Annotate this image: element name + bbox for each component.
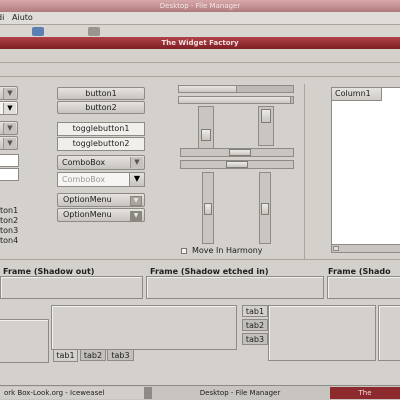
horizontal-scale-1-handle[interactable]	[229, 149, 251, 156]
left-combo-2[interactable]: ▼	[0, 101, 18, 115]
vertical-scale-4-handle[interactable]	[261, 203, 269, 215]
refresh-icon[interactable]	[32, 27, 44, 36]
tree-view[interactable]: Column1	[331, 87, 400, 253]
widget-factory-title: The Widget Factory	[161, 39, 239, 47]
radio-label-4[interactable]: ton4	[0, 236, 18, 245]
taskbar: ork Box-Look.org - Iceweasel Desktop - F…	[0, 385, 400, 400]
tab-side-1[interactable]: tab1	[242, 305, 268, 317]
taskbar-item-file-manager[interactable]: Desktop - File Manager	[152, 387, 328, 399]
menu-item-help[interactable]: Aiuto	[12, 13, 33, 22]
horizontal-scale-1[interactable]	[180, 148, 294, 157]
tab-bottom-1[interactable]: tab1	[53, 349, 78, 362]
scroll-left-icon[interactable]	[333, 246, 339, 251]
radio-label-1[interactable]: ton1	[0, 206, 18, 215]
frame-shadow-out-label: Frame (Shadow out)	[3, 267, 95, 276]
vertical-separator	[304, 84, 305, 259]
radio-label-3[interactable]: ton3	[0, 226, 18, 235]
option-menu-2[interactable]: OptionMenu ▼	[57, 208, 145, 222]
horizontal-scale-2[interactable]	[180, 160, 294, 169]
button1[interactable]: button1	[57, 87, 145, 100]
left-spin-1[interactable]: ▼	[0, 121, 18, 135]
tab-side-2[interactable]: tab2	[242, 319, 268, 331]
progress-bar-1-fill	[179, 86, 237, 92]
option-menu-2-label: OptionMenu	[63, 210, 112, 219]
button2[interactable]: button2	[57, 101, 145, 114]
option-menu-1[interactable]: OptionMenu ▼	[57, 193, 145, 207]
combobox-entry-label: ComboBox	[62, 175, 106, 184]
frames-separator	[0, 259, 400, 260]
file-manager-titlebar[interactable]: Desktop - File Manager	[0, 0, 400, 12]
move-in-harmony-checkbox[interactable]	[181, 248, 187, 254]
vertical-scale-4[interactable]	[259, 172, 271, 244]
chevron-down-icon: ▼	[3, 123, 16, 134]
taskbar-item-iceweasel-label: ork Box-Look.org - Iceweasel	[4, 389, 105, 397]
chevron-down-icon: ▼	[3, 138, 16, 149]
tab-bottom-2[interactable]: tab2	[80, 349, 106, 361]
file-manager-menubar: di Aiuto	[0, 12, 400, 25]
frame-shadow-3	[327, 276, 400, 299]
vertical-scale-3-handle[interactable]	[204, 203, 212, 215]
tab-bottom-3[interactable]: tab3	[107, 349, 134, 361]
file-manager-title: Desktop - File Manager	[159, 2, 241, 10]
vertical-scale-2[interactable]	[258, 106, 274, 146]
combobox-entry-disabled[interactable]: ComboBox ▼	[57, 172, 145, 187]
chevron-down-icon: ▼	[129, 173, 144, 186]
chevron-down-icon: ▼	[130, 211, 142, 221]
frame-etched-in-label: Frame (Shadow etched in)	[150, 267, 269, 276]
frame-shadow-label-3: Frame (Shado	[328, 267, 391, 276]
chevron-down-icon: ▼	[3, 88, 16, 99]
progress-bar-2-fill	[179, 97, 291, 103]
vertical-scale-2-handle[interactable]	[261, 109, 271, 123]
menubar-separator	[0, 62, 400, 63]
vertical-scale-1-handle[interactable]	[201, 129, 211, 141]
frame-shadow-out	[0, 276, 143, 299]
notebook-right	[378, 305, 400, 361]
progress-bar-1	[178, 85, 294, 93]
left-entry-2[interactable]	[0, 168, 19, 181]
widget-factory-titlebar[interactable]: The Widget Factory	[0, 37, 400, 49]
taskbar-item-iceweasel[interactable]: ork Box-Look.org - Iceweasel	[0, 387, 145, 399]
left-spin-2[interactable]: ▼	[0, 136, 18, 150]
horizontal-scale-2-handle[interactable]	[226, 161, 248, 168]
taskbar-item-file-manager-label: Desktop - File Manager	[199, 389, 281, 397]
togglebutton2[interactable]: togglebutton2	[57, 137, 145, 151]
option-menu-1-label: OptionMenu	[63, 195, 112, 204]
left-entry-1[interactable]	[0, 154, 19, 167]
vertical-scale-3[interactable]	[202, 172, 214, 244]
notebook-bottom-tabs	[51, 305, 237, 350]
notebook-left	[0, 319, 49, 363]
frame-shadow-etched-in	[146, 276, 324, 299]
combobox-label: ComboBox	[62, 158, 106, 167]
file-manager-toolbar	[0, 25, 400, 37]
chevron-down-icon: ▼	[130, 196, 142, 206]
chevron-down-icon: ▼	[3, 103, 16, 114]
tree-column-header[interactable]: Column1	[332, 88, 382, 101]
progress-bar-2	[178, 96, 294, 104]
combobox[interactable]: ComboBox ▼	[57, 155, 145, 170]
menu-item-partial[interactable]: di	[0, 13, 4, 22]
left-combo-1[interactable]: ▼	[0, 86, 18, 100]
notebook-side-tabs	[268, 305, 376, 361]
togglebutton1[interactable]: togglebutton1	[57, 122, 145, 136]
tab-side-3[interactable]: tab3	[242, 333, 268, 345]
taskbar-item-widget-factory[interactable]: The	[330, 387, 400, 399]
tree-horizontal-scrollbar[interactable]	[332, 244, 400, 252]
chevron-down-icon: ▼	[130, 157, 143, 168]
move-in-harmony-label: Move In Harmony	[192, 246, 263, 255]
radio-label-2[interactable]: ton2	[0, 216, 18, 225]
tree-column-label: Column1	[335, 89, 371, 98]
taskbar-item-widget-factory-label: The	[358, 389, 372, 397]
home-icon[interactable]	[88, 27, 100, 36]
toolbar-separator	[0, 76, 400, 77]
